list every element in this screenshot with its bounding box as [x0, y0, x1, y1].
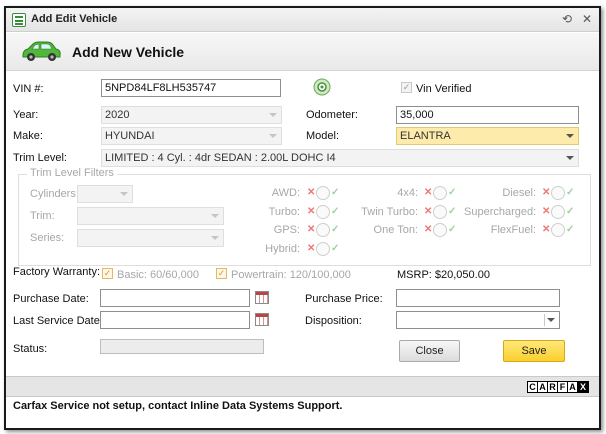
carfax-status-message: Carfax Service not setup, contact Inline…: [13, 400, 343, 412]
odometer-label: Odometer:: [306, 109, 358, 121]
year-value: 2020: [105, 109, 130, 121]
awd-label: AWD:: [271, 187, 300, 199]
basic-warranty-label: Basic: 60/60,000: [117, 269, 199, 281]
page-header: Add New Vehicle: [6, 33, 599, 71]
disposition-select[interactable]: [396, 311, 560, 329]
chevron-down-icon: [566, 134, 574, 138]
turbo-label: Turbo:: [268, 206, 300, 218]
calendar-icon[interactable]: [255, 291, 269, 304]
make-value: HYUNDAI: [105, 130, 155, 142]
chevron-down-icon: [269, 113, 277, 117]
status-field: [100, 339, 264, 354]
close-icon[interactable]: ✕: [579, 11, 595, 27]
model-label: Model:: [306, 130, 340, 142]
powertrain-warranty-label: Powertrain: 120/100,000: [231, 269, 351, 281]
refresh-icon[interactable]: ⟲: [559, 11, 575, 27]
awd-toggle[interactable]: ✕ ✓: [307, 186, 341, 200]
trim-filter-label: Trim:: [30, 210, 55, 222]
cylinders-label: Cylinders:: [30, 188, 79, 200]
make-select[interactable]: HYUNDAI: [101, 127, 282, 145]
trim-filter-select[interactable]: [77, 207, 224, 225]
purchase-date-input[interactable]: [100, 289, 250, 307]
form-icon: [12, 13, 26, 27]
gps-label: GPS:: [273, 224, 300, 236]
footer-bar: C A R F A X: [6, 376, 599, 397]
twin-turbo-label: Twin Turbo:: [361, 206, 418, 218]
calendar-icon[interactable]: [255, 313, 269, 326]
odometer-input[interactable]: 35,000: [396, 106, 579, 124]
cylinders-select[interactable]: [77, 185, 133, 203]
year-label: Year:: [13, 109, 39, 121]
page-title: Add New Vehicle: [72, 44, 185, 60]
model-value: ELANTRA: [400, 130, 451, 142]
vin-decode-icon[interactable]: [313, 78, 331, 96]
purchase-date-label: Purchase Date:: [13, 293, 89, 305]
chevron-down-icon: [547, 318, 555, 322]
trim-level-label: Trim Level:: [13, 152, 67, 164]
add-edit-vehicle-window: Add Edit Vehicle ⟲ ✕ Add New Vehicle VIN…: [4, 6, 601, 430]
series-label: Series:: [30, 232, 65, 244]
flexfuel-label: FlexFuel:: [490, 224, 536, 236]
last-service-date-label: Last Service Date:: [13, 315, 103, 327]
title-bar: Add Edit Vehicle ⟲ ✕: [6, 8, 599, 32]
save-button[interactable]: Save: [503, 340, 565, 362]
carfax-letter: F: [558, 382, 568, 392]
one-ton-toggle[interactable]: ✕ ✓: [424, 223, 458, 237]
year-select[interactable]: 2020: [101, 106, 282, 124]
last-service-date-input[interactable]: [100, 311, 250, 329]
hybrid-toggle[interactable]: ✕ ✓: [307, 242, 341, 256]
carfax-letter: R: [548, 382, 558, 392]
make-label: Make:: [13, 130, 43, 142]
vin-verified-label: Vin Verified: [416, 83, 472, 95]
4x4-toggle[interactable]: ✕ ✓: [424, 186, 458, 200]
carfax-letter: A: [538, 382, 548, 392]
purchase-price-label: Purchase Price:: [305, 293, 383, 305]
supercharged-label: Supercharged:: [464, 206, 537, 218]
gps-toggle[interactable]: ✕ ✓: [307, 223, 341, 237]
purchase-price-input[interactable]: [396, 289, 560, 307]
vin-input[interactable]: 5NPD84LF8LH535747: [101, 79, 281, 97]
flexfuel-toggle[interactable]: ✕ ✓: [542, 223, 576, 237]
model-select[interactable]: ELANTRA: [396, 127, 579, 145]
carfax-logo[interactable]: C A R F A X: [527, 381, 589, 393]
series-select[interactable]: [77, 229, 224, 247]
chevron-down-icon: [211, 214, 219, 218]
trim-level-value: LIMITED : 4 Cyl. : 4dr SEDAN : 2.00L DOH…: [105, 152, 336, 164]
chevron-down-icon: [566, 156, 574, 160]
chevron-down-icon: [120, 192, 128, 196]
msrp-value: MSRP: $20,050.00: [397, 269, 490, 281]
car-icon: [22, 41, 61, 61]
close-button[interactable]: Close: [399, 340, 460, 362]
basic-warranty-checkbox[interactable]: ✓: [102, 268, 113, 279]
hybrid-label: Hybrid:: [265, 243, 300, 255]
carfax-letter: X: [578, 382, 588, 392]
trim-level-filters-legend: Trim Level Filters: [27, 167, 117, 179]
disposition-label: Disposition:: [305, 315, 362, 327]
powertrain-warranty-checkbox[interactable]: ✓: [216, 268, 227, 279]
chevron-down-icon: [269, 134, 277, 138]
one-ton-label: One Ton:: [373, 224, 418, 236]
vin-verified-checkbox[interactable]: ✓: [401, 82, 412, 93]
status-label: Status:: [13, 343, 48, 355]
vin-label: VIN #:: [13, 83, 44, 95]
carfax-letter: A: [568, 382, 578, 392]
carfax-letter: C: [528, 382, 538, 392]
select-separator: [544, 314, 545, 326]
trim-level-select[interactable]: LIMITED : 4 Cyl. : 4dr SEDAN : 2.00L DOH…: [101, 149, 579, 167]
diesel-toggle[interactable]: ✕ ✓: [542, 186, 576, 200]
turbo-toggle[interactable]: ✕ ✓: [307, 205, 341, 219]
supercharged-toggle[interactable]: ✕ ✓: [542, 205, 576, 219]
4x4-label: 4x4:: [397, 187, 418, 199]
diesel-label: Diesel:: [502, 187, 536, 199]
chevron-down-icon: [211, 236, 219, 240]
twin-turbo-toggle[interactable]: ✕ ✓: [424, 205, 458, 219]
factory-warranty-label: Factory Warranty:: [13, 266, 100, 278]
window-title: Add Edit Vehicle: [31, 13, 118, 25]
